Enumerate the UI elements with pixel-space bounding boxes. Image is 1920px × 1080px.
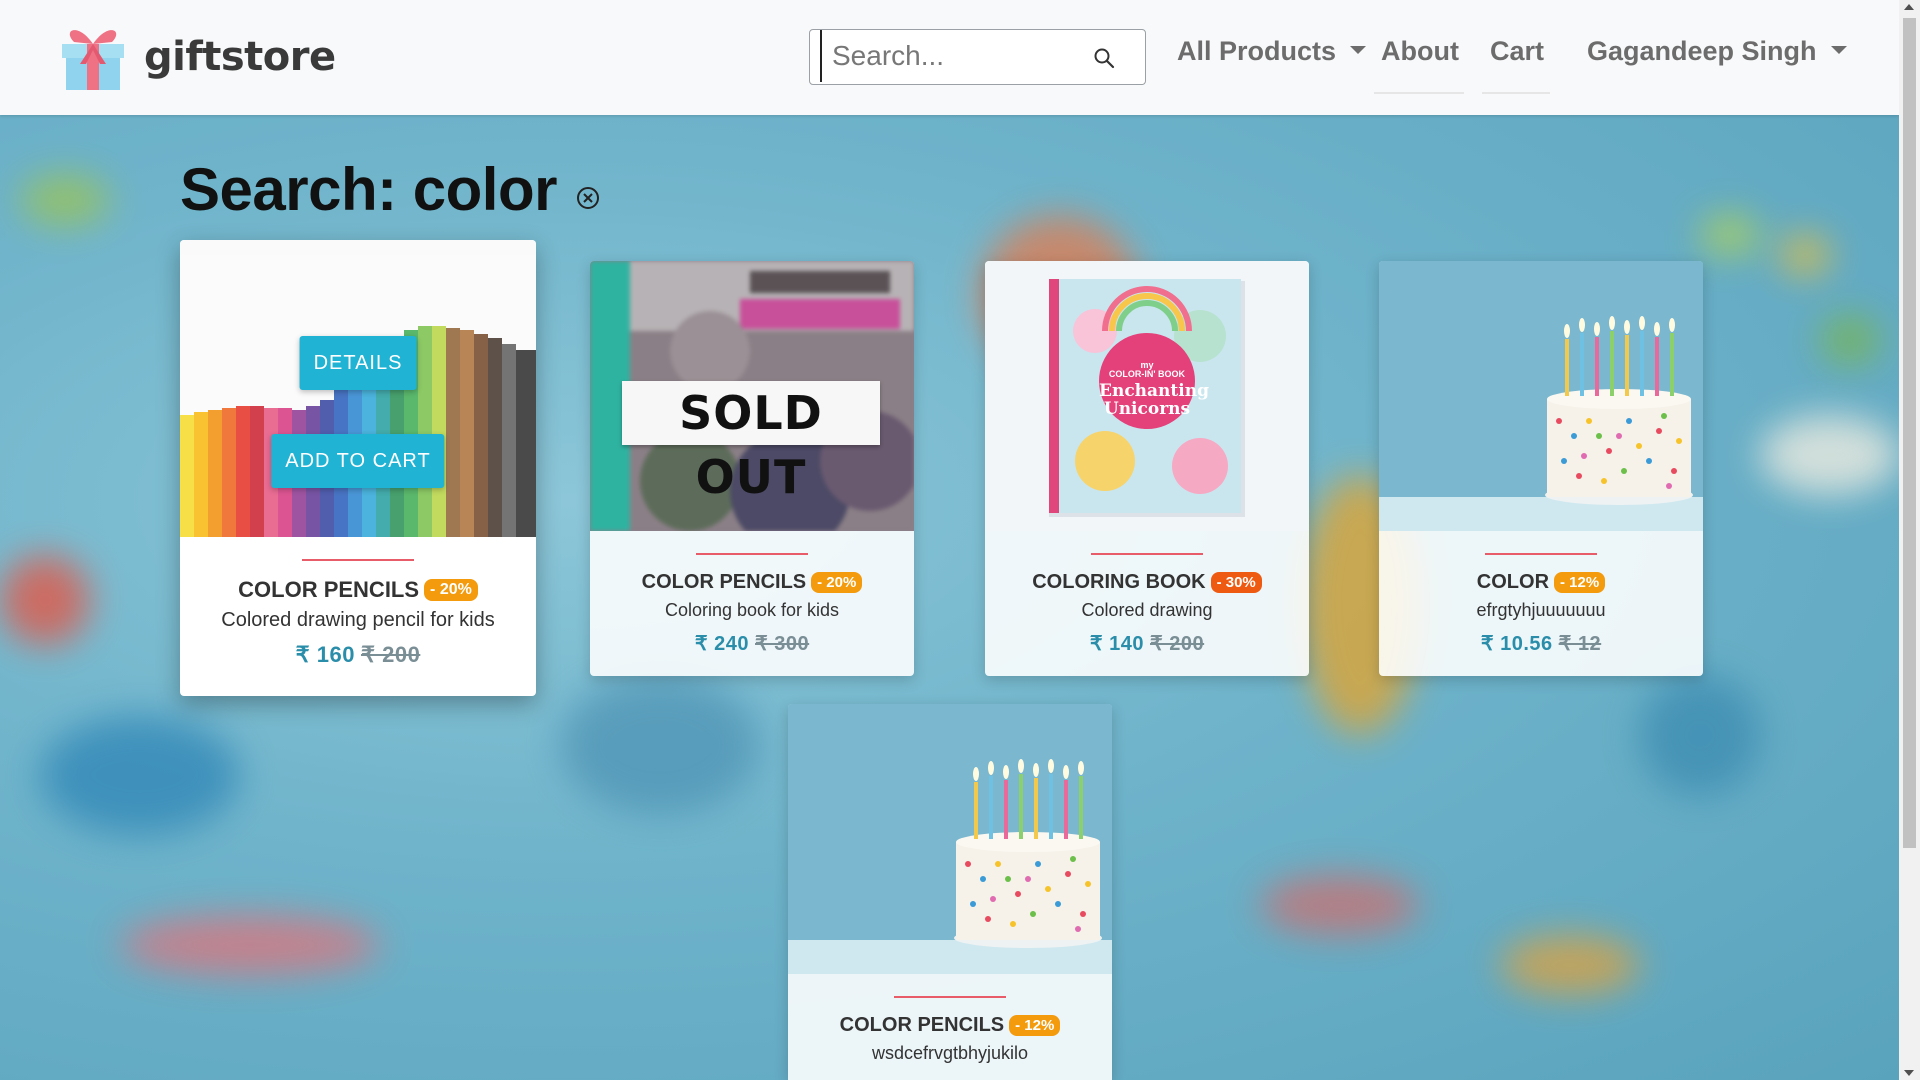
nav-user-label: Gagandeep Singh <box>1587 36 1817 66</box>
old-price: ₹ 12 <box>1558 633 1602 655</box>
product-image-coloring-book: SOLD OUT <box>590 261 914 531</box>
discount-badge: - 12% <box>1554 572 1606 593</box>
scroll-up-arrow-icon[interactable] <box>1904 4 1914 10</box>
chevron-down-icon <box>1350 45 1367 54</box>
product-name: COLOR PENCILS <box>839 1014 1005 1036</box>
product-image-color-pencils: DETAILS ADD TO CART <box>180 240 536 537</box>
card-divider <box>696 553 808 555</box>
product-name: COLOR PENCILS <box>641 571 807 593</box>
discount-badge: - 20% <box>424 579 478 601</box>
product-title: COLOR PENCILS - 20% <box>180 577 536 603</box>
card-divider <box>1485 553 1597 555</box>
product-price: ₹ 240 ₹ 300 <box>590 631 914 656</box>
scrollbar-thumb[interactable] <box>1903 18 1916 848</box>
vertical-scrollbar[interactable] <box>1899 0 1920 1080</box>
card-divider <box>1091 553 1203 555</box>
search-input[interactable] <box>820 30 1090 82</box>
gift-box-icon <box>60 22 126 92</box>
old-price: ₹ 200 <box>361 642 421 667</box>
product-price: ₹ 10.56 ₹ 12 <box>1379 631 1703 656</box>
product-description: wsdcefrvgtbhyjukilo <box>871 1043 1029 1063</box>
product-image-unicorn-book: my COLOR-IN' BOOK Enchanting Unicorns <box>985 261 1309 531</box>
clear-search-icon[interactable] <box>576 186 600 210</box>
sold-out-label: SOLD OUT <box>622 381 880 504</box>
book-cover-line: COLOR-IN' BOOK <box>1108 369 1186 380</box>
scroll-down-arrow-icon[interactable] <box>1904 1070 1914 1076</box>
nav-cart-link[interactable]: Cart <box>1490 36 1544 67</box>
nav-cart-underline <box>1482 92 1550 94</box>
product-title: COLOR - 12% <box>1379 571 1703 594</box>
card-divider <box>894 996 1006 998</box>
product-title: COLOR PENCILS - 12% <box>788 1014 1112 1037</box>
navbar: giftstore All Products About Cart Gagand… <box>0 0 1899 115</box>
discount-badge: - 30% <box>1210 572 1262 593</box>
discount-badge: - 12% <box>1009 1015 1061 1036</box>
current-price: ₹ 140 <box>1089 633 1144 655</box>
current-price: ₹ 240 <box>694 633 749 655</box>
product-description: efrgtyhjuuuuuuu <box>1476 600 1606 620</box>
product-title: COLORING BOOK - 30% <box>985 571 1309 594</box>
details-button[interactable]: DETAILS <box>299 336 417 390</box>
current-price: ₹ 10.56 <box>1480 633 1553 655</box>
product-name: COLOR <box>1476 571 1550 593</box>
book-cover-title: my COLOR-IN' BOOK Enchanting Unicorns <box>1099 360 1209 419</box>
add-to-cart-button[interactable]: ADD TO CART <box>271 434 445 488</box>
brand-name: giftstore <box>144 34 336 80</box>
search-box <box>809 29 1146 85</box>
product-price: ₹ 140 ₹ 200 <box>985 631 1309 656</box>
search-icon[interactable] <box>1093 47 1115 69</box>
page-title: Search: color <box>180 156 557 223</box>
discount-badge: - 20% <box>811 572 863 593</box>
product-name: COLORING BOOK <box>1032 571 1206 593</box>
product-title: COLOR PENCILS - 20% <box>590 571 914 594</box>
old-price: ₹ 200 <box>1150 633 1205 655</box>
product-card[interactable]: DETAILS ADD TO CART COLOR PENCILS - 20% … <box>180 240 536 696</box>
product-image-birthday-cake <box>1379 261 1703 531</box>
nav-about-underline <box>1374 92 1464 94</box>
nav-about-link[interactable]: About <box>1381 36 1459 67</box>
old-price: ₹ 300 <box>755 633 810 655</box>
product-card[interactable]: SOLD OUT COLOR PENCILS - 20% Coloring bo… <box>590 261 914 676</box>
brand[interactable]: giftstore <box>60 22 336 92</box>
nav-all-products-dropdown[interactable]: All Products <box>1177 36 1367 67</box>
product-description: Colored drawing <box>1081 600 1213 620</box>
product-description: Coloring book for kids <box>664 600 840 620</box>
product-card[interactable]: my COLOR-IN' BOOK Enchanting Unicorns CO… <box>985 261 1309 676</box>
product-card[interactable]: COLOR PENCILS - 12% wsdcefrvgtbhyjukilo <box>788 704 1112 1080</box>
nav-all-products-label: All Products <box>1177 36 1337 66</box>
book-cover-line: Unicorns <box>1103 398 1191 419</box>
nav-user-dropdown[interactable]: Gagandeep Singh <box>1587 36 1847 67</box>
current-price: ₹ 160 <box>295 642 355 667</box>
product-price: ₹ 160 ₹ 200 <box>180 642 536 668</box>
product-name: COLOR PENCILS <box>238 577 420 602</box>
product-card[interactable]: COLOR - 12% efrgtyhjuuuuuuu ₹ 10.56 ₹ 12 <box>1379 261 1703 676</box>
product-image-birthday-cake <box>788 704 1112 974</box>
product-description: Colored drawing pencil for kids <box>221 609 495 631</box>
chevron-down-icon <box>1830 45 1847 54</box>
card-divider <box>302 559 414 561</box>
